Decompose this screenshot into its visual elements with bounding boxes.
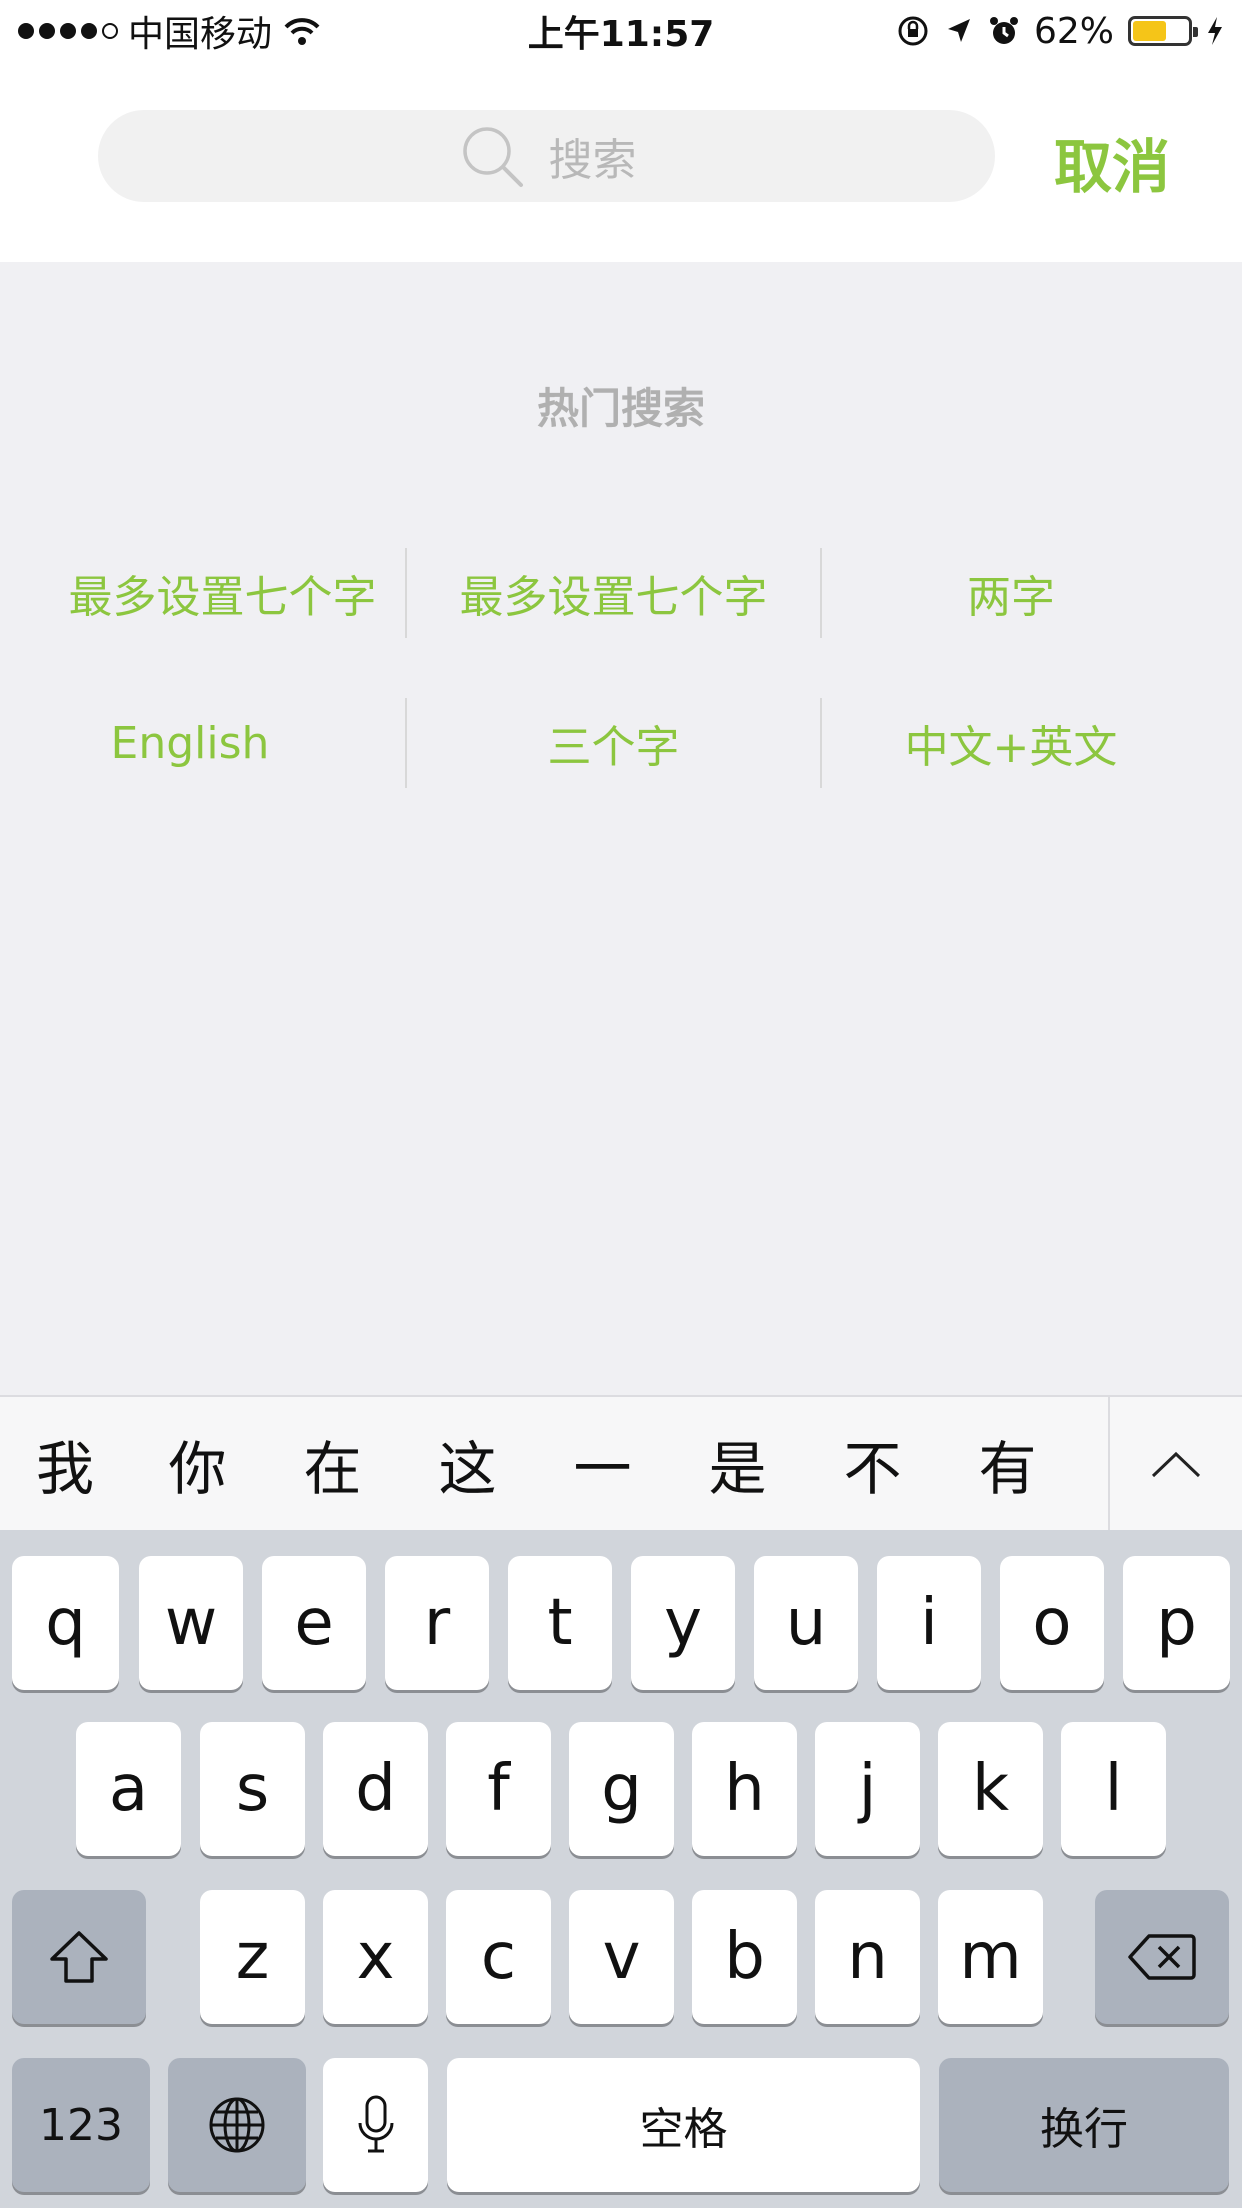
battery-icon [1128, 16, 1198, 46]
candidate-word[interactable]: 在 [265, 1422, 400, 1506]
key-n[interactable]: n [815, 1890, 920, 2024]
globe-key[interactable] [168, 2058, 306, 2192]
key-t[interactable]: t [508, 1556, 612, 1690]
hot-search-title: 热门搜索 [536, 384, 705, 433]
hot-search-row: 最多设置七个字 最多设置七个字 两字 [0, 548, 1242, 698]
shift-key[interactable] [12, 1890, 146, 2024]
key-m[interactable]: m [938, 1890, 1043, 2024]
hot-search-grid: 最多设置七个字 最多设置七个字 两字 English 三个字 中文+英文 [0, 548, 1242, 848]
key-w[interactable]: w [139, 1556, 243, 1690]
rotation-lock-icon [898, 16, 928, 46]
status-bar-right: 62% [896, 11, 1224, 52]
candidate-word[interactable]: 一 [535, 1422, 670, 1506]
battery-percentage: 62% [1033, 10, 1114, 52]
delete-icon [1128, 1934, 1196, 1980]
key-j[interactable]: j [815, 1722, 920, 1856]
candidate-bar: 我 你 在 这 一 是 不 有 [0, 1395, 1242, 1530]
key-p[interactable]: p [1123, 1556, 1230, 1690]
candidate-word[interactable]: 你 [130, 1422, 265, 1506]
key-o[interactable]: o [1000, 1556, 1104, 1690]
microphone-icon [358, 2095, 393, 2153]
key-g[interactable]: g [569, 1722, 674, 1856]
charging-bolt-icon [1208, 17, 1222, 45]
chevron-up-icon [1151, 1451, 1201, 1477]
hot-search-item[interactable]: 中文+英文 [822, 698, 1200, 788]
key-r[interactable]: r [385, 1556, 489, 1690]
key-a[interactable]: a [76, 1722, 181, 1856]
search-placeholder: 搜索 [548, 135, 637, 186]
key-d[interactable]: d [323, 1722, 428, 1856]
signal-strength-icon [18, 23, 118, 39]
wifi-icon [284, 18, 320, 45]
battery-level [1133, 21, 1167, 41]
key-k[interactable]: k [938, 1722, 1043, 1856]
carrier-name: 中国移动 [128, 14, 273, 55]
shift-arrow-icon [50, 1931, 108, 1983]
location-arrow-icon [947, 19, 970, 42]
backspace-key[interactable] [1095, 1890, 1229, 2024]
status-bar-left: 中国移动 [18, 5, 322, 57]
hot-search-item[interactable]: 两字 [822, 548, 1200, 638]
cancel-button[interactable]: 取消 [1054, 120, 1170, 204]
search-icon [462, 127, 523, 187]
hot-search-row: English 三个字 中文+英文 [0, 698, 1242, 848]
expand-candidates-button[interactable] [1108, 1397, 1242, 1530]
search-header: 搜索 取消 [0, 62, 1242, 262]
candidate-word[interactable]: 是 [670, 1422, 805, 1506]
globe-icon [209, 2097, 265, 2153]
key-q[interactable]: q [12, 1556, 119, 1690]
return-key[interactable]: 换行 [939, 2058, 1229, 2192]
search-input[interactable]: 搜索 [98, 110, 995, 202]
key-f[interactable]: f [446, 1722, 551, 1856]
dictation-key[interactable] [323, 2058, 428, 2192]
hot-search-item[interactable]: 最多设置七个字 [407, 548, 820, 638]
hot-search-item[interactable]: 三个字 [407, 698, 820, 788]
candidate-word[interactable]: 不 [805, 1422, 940, 1506]
space-key[interactable]: 空格 [447, 2058, 920, 2192]
alarm-icon [989, 17, 1018, 44]
hot-search-item[interactable]: 最多设置七个字 [40, 548, 405, 638]
key-z[interactable]: z [200, 1890, 305, 2024]
candidate-word[interactable]: 这 [400, 1422, 535, 1506]
status-bar: 中国移动 上午11:57 62% [0, 0, 1242, 62]
key-i[interactable]: i [877, 1556, 981, 1690]
key-s[interactable]: s [200, 1722, 305, 1856]
key-y[interactable]: y [631, 1556, 735, 1690]
keyboard: q w e r t y u i o p a s d f g h j k l z … [0, 1530, 1242, 2208]
key-b[interactable]: b [692, 1890, 797, 2024]
key-u[interactable]: u [754, 1556, 858, 1690]
numbers-key[interactable]: 123 [12, 2058, 150, 2192]
key-h[interactable]: h [692, 1722, 797, 1856]
key-x[interactable]: x [323, 1890, 428, 2024]
key-c[interactable]: c [446, 1890, 551, 2024]
key-e[interactable]: e [262, 1556, 366, 1690]
candidate-word[interactable]: 有 [940, 1422, 1075, 1506]
hot-search-item[interactable]: English [0, 698, 380, 788]
candidate-word[interactable]: 我 [0, 1422, 130, 1506]
key-l[interactable]: l [1061, 1722, 1166, 1856]
candidate-list: 我 你 在 这 一 是 不 有 [0, 1397, 1108, 1530]
key-v[interactable]: v [569, 1890, 674, 2024]
